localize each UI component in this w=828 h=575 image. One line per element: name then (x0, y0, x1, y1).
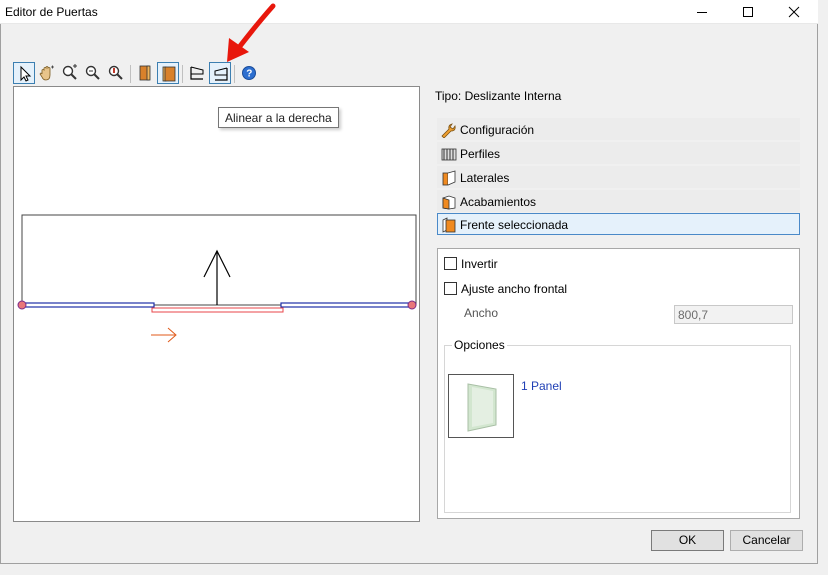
section-label: Perfiles (460, 147, 501, 161)
pan-hand-icon (39, 65, 54, 81)
section-configuracion[interactable]: Configuración (437, 118, 800, 140)
zoom-in-button[interactable] (59, 62, 81, 84)
ancho-label: Ancho (464, 306, 499, 320)
maximize-button[interactable] (725, 0, 771, 24)
pan-button[interactable] (36, 62, 58, 84)
laterals-icon (442, 170, 456, 186)
toolbar-separator (182, 65, 183, 83)
select-button[interactable] (13, 62, 35, 84)
door-type-label: Tipo: Deslizante Interna (435, 89, 562, 103)
front-icon (442, 217, 456, 233)
section-laterales[interactable]: Laterales (437, 166, 800, 188)
section-label: Acabamientos (460, 195, 537, 209)
align-left-button[interactable] (186, 62, 208, 84)
window-title: Editor de Puertas (5, 5, 98, 19)
toolbar-separator (130, 65, 131, 83)
section-label: Frente seleccionada (460, 218, 569, 232)
door-plan-drawing (17, 214, 417, 343)
zoom-window-icon (108, 65, 123, 80)
section-label: Configuración (460, 123, 535, 137)
zoom-in-icon (62, 64, 77, 80)
ancho-field[interactable]: 800,7 (674, 305, 793, 324)
door-right-icon (162, 66, 176, 82)
zoom-out-icon (85, 65, 100, 80)
align-left-icon (190, 66, 204, 80)
align-right-tooltip: Alinear a la derecha (218, 107, 339, 128)
glass-panel-icon (467, 383, 497, 432)
door-drawing-canvas[interactable] (13, 86, 420, 522)
section-perfiles[interactable]: Perfiles (437, 142, 800, 164)
title-bar: Editor de Puertas (0, 0, 818, 24)
door-right-button[interactable] (157, 62, 179, 84)
checkbox-label: Invertir (461, 257, 498, 271)
profiles-icon (441, 148, 457, 161)
checkbox-label: Ajuste ancho frontal (461, 282, 568, 296)
section-label: Laterales (460, 171, 510, 185)
checkbox-box[interactable] (444, 282, 457, 295)
select-pointer-icon (20, 65, 32, 82)
ok-button[interactable]: OK (651, 530, 724, 551)
maximize-icon (743, 7, 753, 17)
option-1-panel[interactable]: 1 Panel (521, 379, 562, 393)
checkbox-box[interactable] (444, 257, 457, 270)
opciones-legend: Opciones (452, 338, 507, 352)
door-left-button[interactable] (134, 62, 156, 84)
cancel-button[interactable]: Cancelar (730, 530, 803, 551)
wrench-icon (441, 123, 456, 138)
door-left-icon (139, 65, 151, 81)
section-frente-seleccionada[interactable]: Frente seleccionada (437, 213, 800, 235)
zoom-window-button[interactable] (105, 62, 127, 84)
opciones-group: Opciones 1 Panel (444, 338, 791, 513)
svg-text:?: ? (246, 69, 252, 80)
minimize-button[interactable] (679, 0, 725, 24)
front-options-panel: Invertir Ajuste ancho frontal Ancho 800,… (437, 248, 800, 519)
close-button[interactable] (771, 0, 817, 24)
annotation-arrow-icon (227, 3, 276, 62)
close-icon (788, 6, 800, 18)
option-thumbnail[interactable] (448, 374, 514, 438)
section-acabamientos[interactable]: Acabamientos (437, 190, 800, 212)
minimize-icon (697, 12, 707, 13)
zoom-out-button[interactable] (82, 62, 104, 84)
finishes-icon (442, 195, 456, 210)
